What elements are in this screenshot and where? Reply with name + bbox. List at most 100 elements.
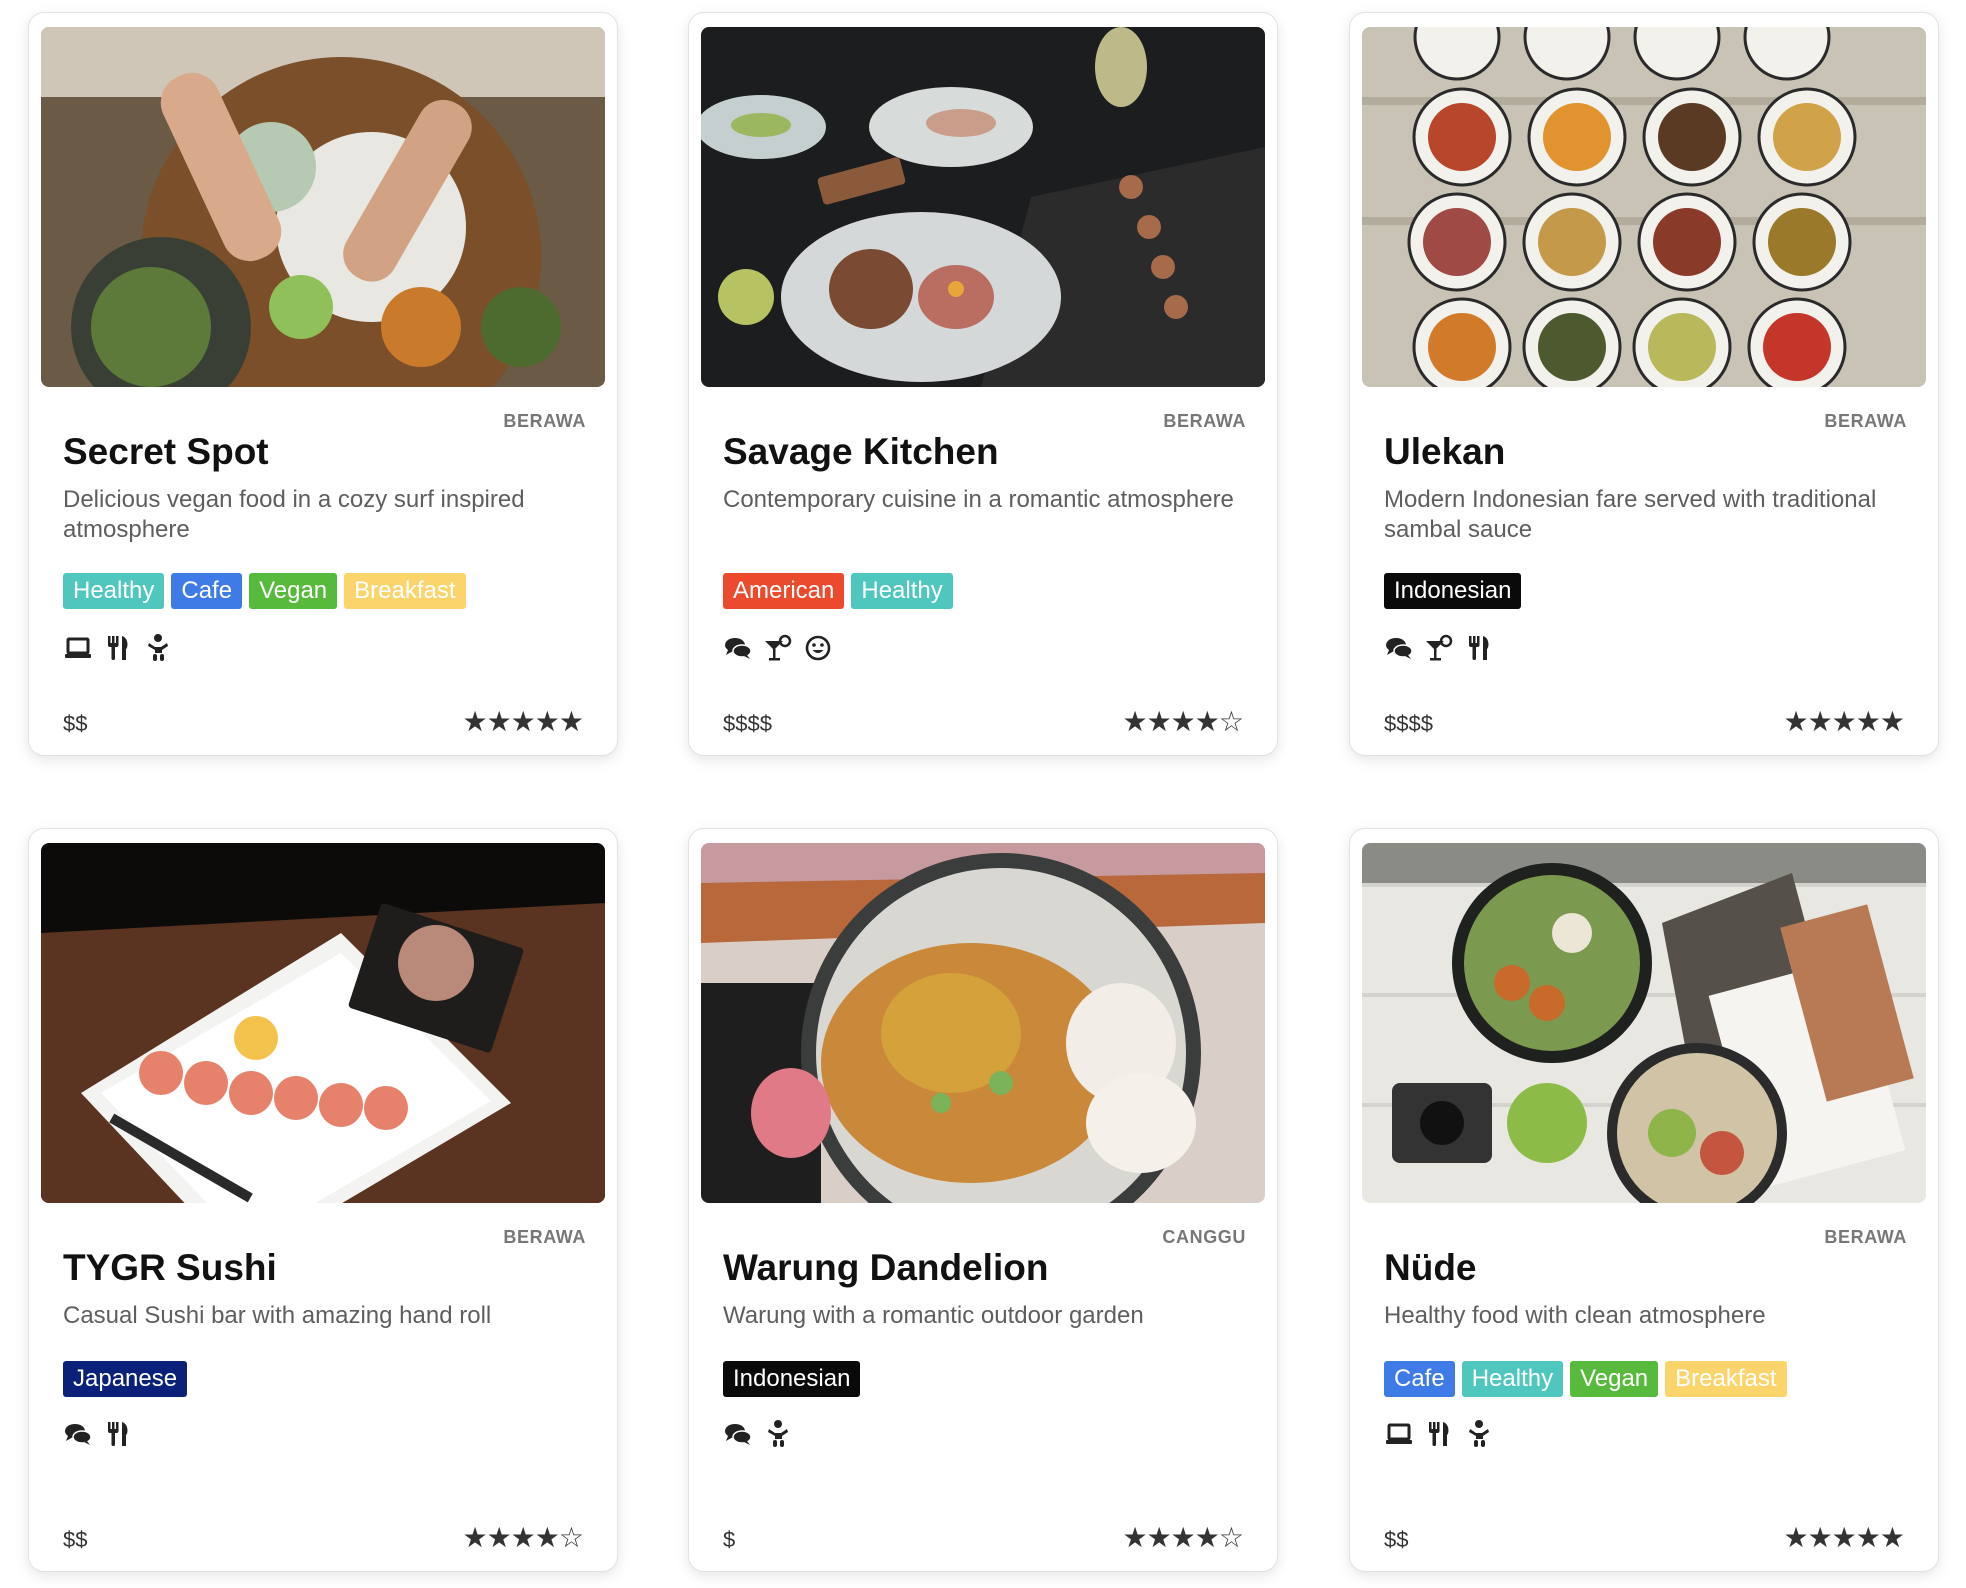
restaurant-description: Healthy food with clean atmosphere — [1384, 1302, 1766, 1329]
star-full-icon: ★ — [534, 1522, 560, 1553]
comments-icon — [1384, 633, 1414, 663]
area-label: BERAWA — [1824, 1227, 1907, 1247]
cuisine-tags: Indonesian — [723, 1361, 867, 1397]
restaurant-name[interactable]: Warung Dandelion — [723, 1247, 1048, 1289]
comments-icon — [63, 1419, 93, 1449]
restaurant-description: Warung with a romantic outdoor garden — [723, 1302, 1144, 1329]
star-full-icon: ★ — [1831, 1522, 1857, 1553]
tag-healthy[interactable]: Healthy — [851, 573, 953, 609]
utensils-icon — [1424, 1419, 1454, 1449]
star-full-icon: ★ — [1807, 1522, 1833, 1553]
restaurant-description: Delicious vegan food in a cozy surf insp… — [63, 486, 525, 543]
amenity-icons — [63, 1419, 143, 1451]
amenity-icons — [1384, 1419, 1504, 1451]
restaurant-description: Contemporary cuisine in a romantic atmos… — [723, 486, 1234, 513]
tag-indonesian[interactable]: Indonesian — [723, 1361, 861, 1397]
amenity-icons — [723, 633, 843, 665]
cocktail-icon — [763, 633, 793, 663]
tag-cafe[interactable]: Cafe — [171, 573, 243, 609]
star-rating: ★★★★☆ — [1122, 1522, 1244, 1553]
restaurant-name[interactable]: Secret Spot — [63, 431, 269, 473]
star-full-icon: ★ — [1194, 706, 1220, 737]
star-full-icon: ★ — [1831, 706, 1857, 737]
star-full-icon: ★ — [1146, 706, 1172, 737]
cuisine-tags: Cafe Healthy Vegan Breakfast — [1384, 1361, 1794, 1397]
star-full-icon: ★ — [558, 706, 584, 737]
star-full-icon: ★ — [486, 706, 512, 737]
area-label: BERAWA — [1163, 411, 1246, 431]
utensils-icon — [103, 633, 133, 663]
star-full-icon: ★ — [462, 706, 487, 737]
tag-american[interactable]: American — [723, 573, 845, 609]
restaurant-description: Casual Sushi bar with amazing hand roll — [63, 1302, 492, 1329]
restaurant-description: Modern Indonesian fare served with tradi… — [1384, 486, 1877, 543]
price-level: $$ — [63, 1527, 88, 1552]
restaurant-card[interactable]: BERAWA TYGR Sushi Casual Sushi bar with … — [28, 828, 618, 1572]
area-label: BERAWA — [1824, 411, 1907, 431]
star-full-icon: ★ — [534, 706, 560, 737]
utensils-icon — [1464, 633, 1494, 663]
tag-cafe[interactable]: Cafe — [1384, 1361, 1455, 1397]
amenity-icons — [63, 633, 183, 665]
restaurant-name[interactable]: TYGR Sushi — [63, 1247, 277, 1289]
area-label: BERAWA — [503, 1227, 586, 1247]
star-empty-icon: ☆ — [1218, 1522, 1244, 1553]
star-empty-icon: ☆ — [1218, 706, 1244, 737]
tag-vegan[interactable]: Vegan — [1570, 1361, 1659, 1397]
tag-breakfast[interactable]: Breakfast — [344, 573, 466, 609]
star-empty-icon: ☆ — [558, 1522, 584, 1553]
star-full-icon: ★ — [1783, 706, 1808, 737]
star-rating: ★★★★☆ — [1122, 706, 1244, 737]
star-full-icon: ★ — [510, 706, 536, 737]
star-rating: ★★★★★ — [1783, 706, 1905, 737]
restaurant-name[interactable]: Savage Kitchen — [723, 431, 999, 473]
price-level: $$$$ — [1384, 711, 1433, 736]
restaurant-card[interactable]: BERAWA Ulekan Modern Indonesian fare ser… — [1349, 12, 1939, 756]
restaurant-photo — [701, 27, 1265, 387]
star-full-icon: ★ — [1170, 1522, 1196, 1553]
area-label: CANGGU — [1162, 1227, 1246, 1247]
utensils-icon — [103, 1419, 133, 1449]
restaurant-name[interactable]: Nüde — [1384, 1247, 1477, 1289]
cuisine-tags: Healthy Cafe Vegan Breakfast — [63, 573, 473, 609]
star-full-icon: ★ — [1879, 706, 1905, 737]
amenity-icons — [1384, 633, 1504, 665]
tag-healthy[interactable]: Healthy — [1461, 1361, 1564, 1397]
price-level: $$$$ — [723, 711, 772, 736]
star-full-icon: ★ — [1170, 706, 1196, 737]
restaurant-name[interactable]: Ulekan — [1384, 431, 1505, 473]
restaurant-photo — [1362, 27, 1926, 387]
restaurant-photo — [1362, 843, 1926, 1203]
tag-breakfast[interactable]: Breakfast — [1665, 1361, 1787, 1397]
restaurant-card[interactable]: BERAWA Nüde Healthy food with clean atmo… — [1349, 828, 1939, 1572]
price-level: $$ — [63, 711, 88, 736]
restaurant-photo — [41, 27, 605, 387]
star-full-icon: ★ — [1783, 1522, 1808, 1553]
cocktail-icon — [1424, 633, 1454, 663]
star-full-icon: ★ — [1855, 1522, 1881, 1553]
restaurant-card[interactable]: BERAWA Secret Spot Delicious vegan food … — [28, 12, 618, 756]
price-level: $$ — [1384, 1527, 1409, 1552]
star-full-icon: ★ — [1807, 706, 1833, 737]
restaurant-photo — [701, 843, 1265, 1203]
comments-icon — [723, 633, 753, 663]
restaurant-photo — [41, 843, 605, 1203]
tag-vegan[interactable]: Vegan — [249, 573, 338, 609]
restaurant-card[interactable]: BERAWA Savage Kitchen Contemporary cuisi… — [688, 12, 1278, 756]
star-full-icon: ★ — [462, 1522, 487, 1553]
tag-indonesian[interactable]: Indonesian — [1384, 573, 1522, 609]
star-full-icon: ★ — [1855, 706, 1881, 737]
tag-japanese[interactable]: Japanese — [63, 1361, 188, 1397]
restaurant-card[interactable]: CANGGU Warung Dandelion Warung with a ro… — [688, 828, 1278, 1572]
star-full-icon: ★ — [1879, 1522, 1905, 1553]
star-full-icon: ★ — [1146, 1522, 1172, 1553]
child-icon — [1464, 1419, 1494, 1449]
smile-icon — [803, 633, 833, 663]
star-full-icon: ★ — [1194, 1522, 1220, 1553]
comments-icon — [723, 1419, 753, 1449]
star-full-icon: ★ — [1122, 706, 1147, 737]
star-rating: ★★★★★ — [462, 706, 584, 737]
tag-healthy[interactable]: Healthy — [63, 573, 165, 609]
restaurant-grid: BERAWA Secret Spot Delicious vegan food … — [0, 0, 1966, 1588]
price-level: $ — [723, 1527, 736, 1552]
